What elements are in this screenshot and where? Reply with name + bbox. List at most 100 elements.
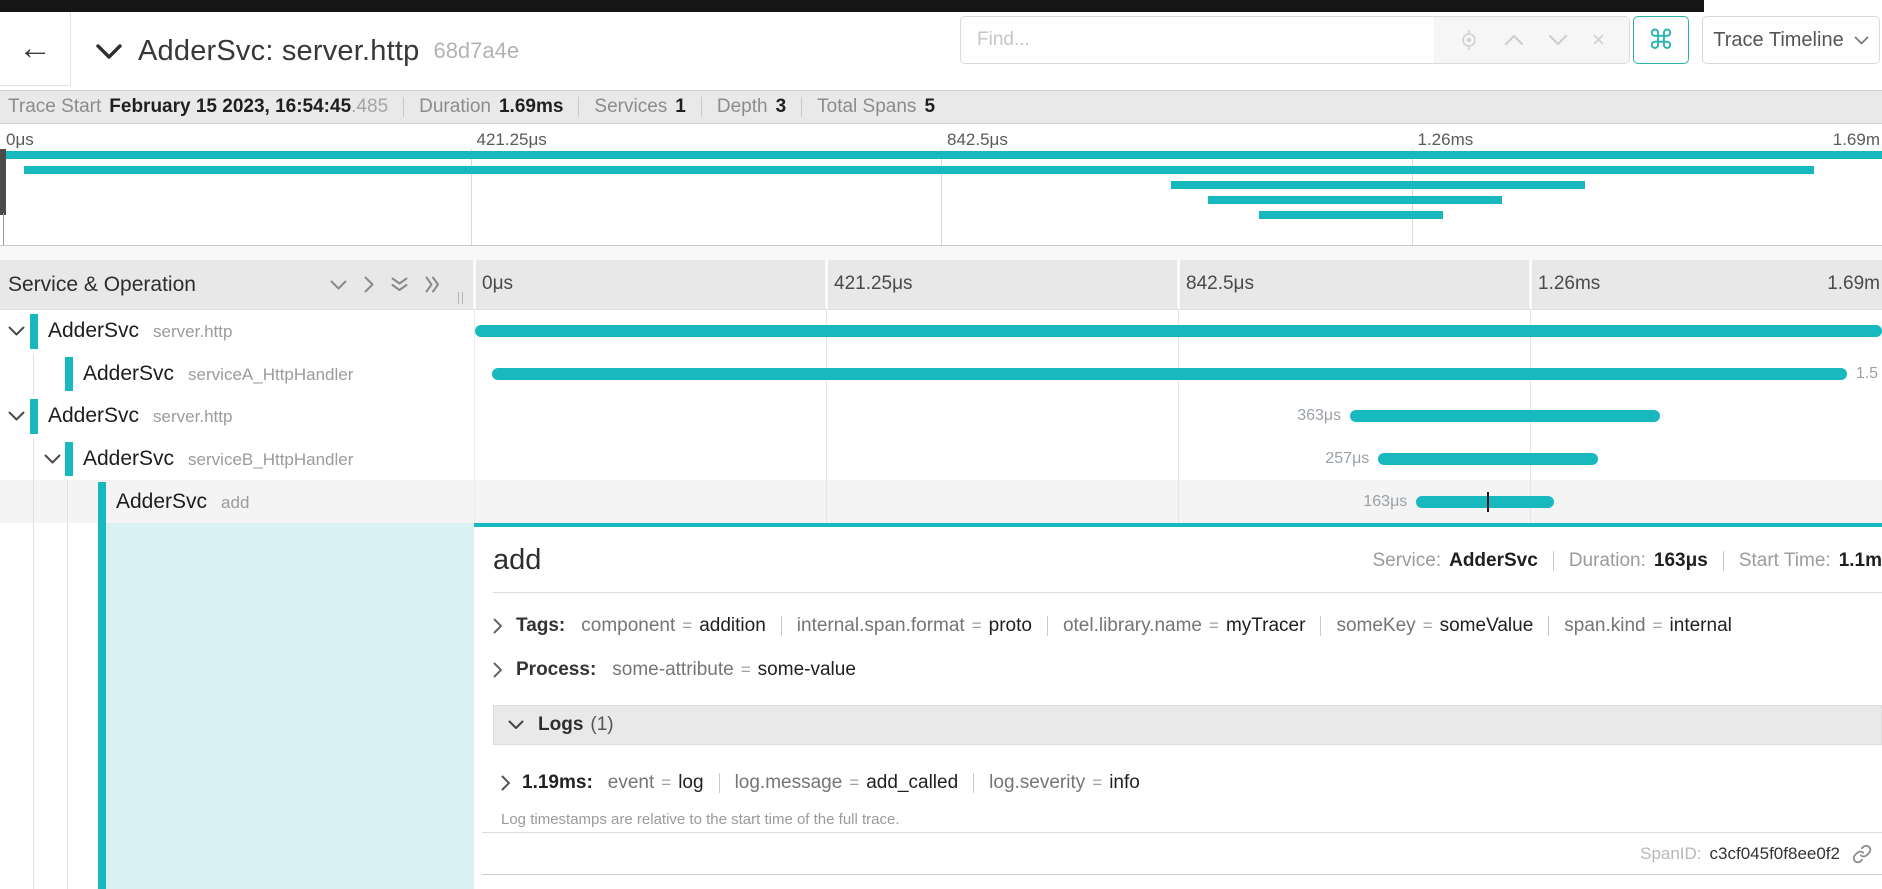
span-row-timeline-cell — [474, 310, 1882, 353]
span-row-name-cell: AdderSvcadd — [0, 480, 474, 523]
log-entry-row[interactable]: 1.19ms: event=loglog.message=add_calledl… — [501, 772, 1882, 794]
column-resizer-handle[interactable] — [452, 292, 468, 304]
service-name: AdderSvc — [48, 319, 139, 343]
span-row-labels: AdderSvcserver.http — [48, 404, 232, 428]
tags-label[interactable]: Tags: — [516, 615, 565, 637]
span-row-labels: AdderSvcserver.http — [48, 319, 232, 343]
service-name: AdderSvc — [48, 404, 139, 428]
collapse-trace-chevron-down-icon[interactable] — [96, 44, 122, 59]
log-field-value: info — [1109, 772, 1140, 794]
divider — [493, 592, 1882, 593]
process-chevron-right-icon[interactable] — [493, 662, 503, 678]
resizer-strip[interactable] — [0, 246, 1882, 260]
tree-guide-line — [33, 438, 34, 481]
spanid-link-icon[interactable] — [1852, 844, 1872, 864]
minimap-span-bar — [1259, 211, 1443, 219]
summary-item-value: 1 — [675, 96, 686, 118]
span-row-labels: AdderSvcadd — [116, 490, 249, 514]
find-input[interactable] — [961, 17, 1434, 63]
divider — [701, 97, 702, 117]
view-selector-button[interactable]: Trace Timeline — [1702, 16, 1880, 64]
process-label[interactable]: Process: — [516, 659, 596, 681]
span-row[interactable]: AdderSvcserver.http — [0, 310, 1882, 353]
equals-sign: = — [741, 660, 751, 680]
span-row-chevron-down-icon[interactable] — [8, 411, 25, 421]
detail-meta-value: AdderSvc — [1449, 550, 1538, 572]
span-row-chevron-down-icon[interactable] — [8, 326, 25, 336]
locate-target-icon[interactable] — [1458, 29, 1480, 51]
minimap-scrubber-handle[interactable] — [0, 149, 6, 215]
collapse-one-chevron-down-icon[interactable] — [330, 280, 347, 290]
span-row-timeline-cell: 1.5 — [474, 353, 1882, 396]
divider — [1320, 616, 1321, 636]
minimap-tick-label: 1.69m — [1833, 130, 1880, 150]
span-row-chevron-down-icon[interactable] — [44, 454, 61, 464]
detail-meta-label: Duration: — [1569, 550, 1646, 572]
timeline-tick-label: 0μs — [482, 273, 513, 295]
page-title: AdderSvc: server.http — [138, 35, 419, 68]
span-row-name-cell: AdderSvcserviceB_HttpHandler — [0, 438, 474, 481]
prev-result-chevron-up-icon[interactable] — [1504, 34, 1524, 46]
tag-value: internal — [1670, 615, 1732, 637]
span-bar[interactable] — [1416, 496, 1554, 508]
trace-page: ← AdderSvc: server.http 68d7a4e × — [0, 0, 1882, 889]
collapse-all-double-chevron-down-icon[interactable] — [391, 277, 408, 292]
operation-name: serviceA_HttpHandler — [188, 365, 353, 385]
expand-one-chevron-right-icon[interactable] — [364, 276, 374, 293]
span-row[interactable]: AdderSvcserver.http363μs — [0, 395, 1882, 438]
minimap-gridline — [941, 149, 942, 245]
service-name: AdderSvc — [83, 447, 174, 471]
logs-chevron-down-icon — [508, 720, 524, 730]
span-row-timeline-cell: 257μs — [474, 438, 1882, 481]
tag-value: myTracer — [1226, 615, 1306, 637]
log-field-key: log.message — [735, 772, 843, 794]
minimap-gridline — [471, 149, 472, 245]
tick-separator — [473, 260, 476, 309]
back-button[interactable]: ← — [0, 12, 71, 86]
logs-section-header[interactable]: Logs (1) — [493, 705, 1882, 745]
timeline-ticks-header: 0μs421.25μs842.5μs1.26ms1.69m — [474, 260, 1882, 309]
span-bar[interactable] — [1350, 410, 1660, 422]
service-accent-bar — [65, 357, 73, 392]
minimap-tick-label: 1.26ms — [1418, 130, 1474, 150]
clear-find-close-icon[interactable]: × — [1592, 29, 1605, 51]
log-field-value: log — [678, 772, 703, 794]
tree-guide-line — [33, 353, 34, 396]
divider — [1553, 551, 1554, 571]
divider — [781, 616, 782, 636]
next-result-chevron-down-icon[interactable] — [1548, 34, 1568, 46]
span-bar[interactable] — [492, 368, 1847, 380]
selected-span-highlight — [106, 523, 474, 889]
span-rows: AdderSvcserver.httpAdderSvcserviceA_Http… — [0, 310, 1882, 523]
divider — [578, 97, 579, 117]
minimap-span-bar — [24, 166, 1814, 174]
span-duration-label: 1.5 — [1847, 365, 1878, 383]
tag-value: proto — [989, 615, 1032, 637]
log-marker-tick — [1487, 492, 1489, 512]
service-name: AdderSvc — [83, 362, 174, 386]
keyboard-shortcuts-button[interactable]: ⌘ — [1633, 16, 1689, 64]
trace-summary-bar: Trace StartFebruary 15 2023, 16:54:45.48… — [0, 90, 1882, 124]
tick-separator — [1177, 260, 1180, 309]
tree-guide-line — [33, 523, 34, 889]
span-row-name-cell: AdderSvcserver.http — [0, 395, 474, 438]
selected-span-accent-bar — [98, 523, 106, 889]
tag-key: component — [581, 615, 675, 637]
expand-all-double-chevron-right-icon[interactable] — [425, 276, 440, 293]
tags-chevron-right-icon[interactable] — [493, 618, 503, 634]
span-bar[interactable] — [1378, 453, 1597, 465]
span-row[interactable]: AdderSvc serviceA_HttpHandler 1.5 — [0, 353, 1882, 396]
service-accent-bar — [30, 314, 38, 349]
span-bar[interactable] — [475, 325, 1882, 337]
tag-key: span.kind — [1564, 615, 1645, 637]
span-row[interactable]: AdderSvcadd163μs — [0, 480, 1882, 523]
tick-separator — [825, 260, 828, 309]
equals-sign: = — [1653, 616, 1663, 636]
tag-key: otel.library.name — [1063, 615, 1202, 637]
equals-sign: = — [849, 773, 859, 793]
summary-item-label: Trace Start — [8, 96, 101, 118]
log-entry-time: 1.19ms: — [522, 772, 593, 794]
timeline-minimap[interactable]: 0μs421.25μs842.5μs1.26ms1.69m — [0, 125, 1882, 246]
span-row[interactable]: AdderSvcserviceB_HttpHandler257μs — [0, 438, 1882, 481]
detail-meta-value: 163μs — [1654, 550, 1708, 572]
